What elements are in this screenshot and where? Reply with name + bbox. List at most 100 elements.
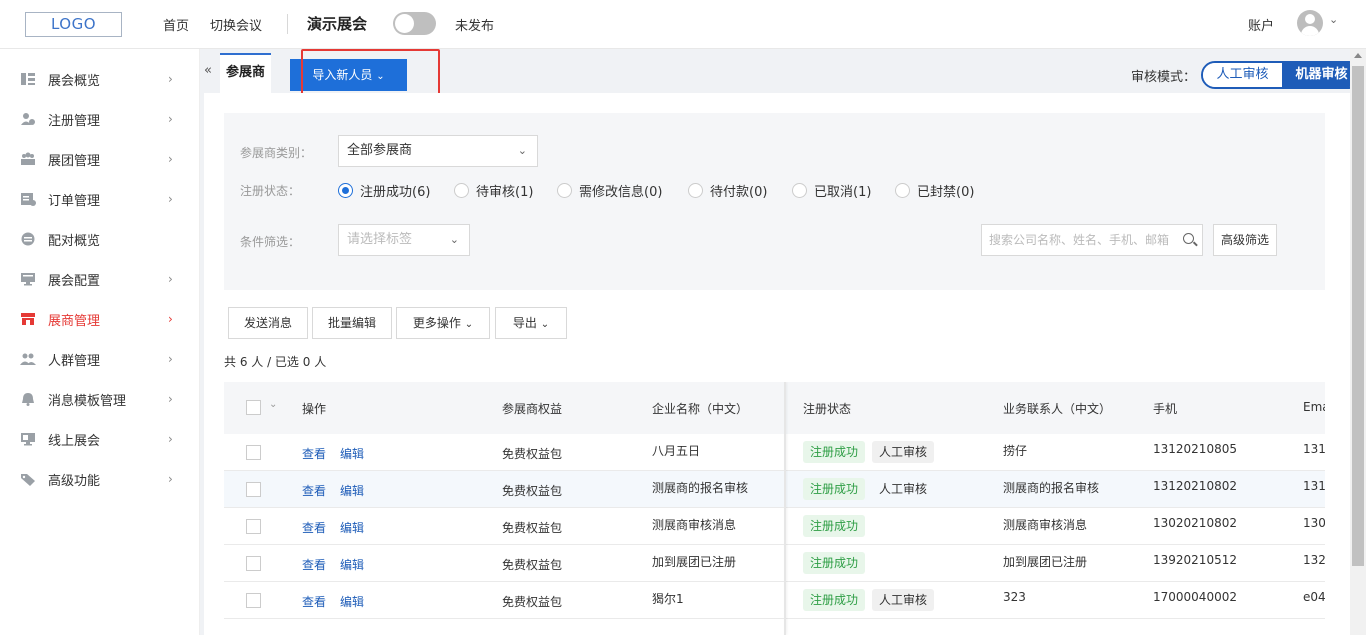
benefit-cell: 免费权益包 — [502, 595, 563, 609]
publish-toggle[interactable] — [393, 12, 436, 35]
vertical-scrollbar[interactable] — [1350, 49, 1366, 635]
bell-icon — [22, 393, 34, 406]
sidebar-item-exhibitors[interactable]: 展商管理 › — [0, 299, 200, 339]
table-row: 查看 编辑 免费权益包 测展商的报名审核 注册成功 人工审核 测展商的报名审核 … — [224, 471, 1325, 508]
status-radio-success[interactable]: 注册成功(6) — [338, 181, 430, 200]
batch-edit-button[interactable]: 批量编辑 — [312, 307, 392, 339]
row-checkbox[interactable] — [246, 445, 261, 460]
edit-link[interactable]: 编辑 — [340, 482, 364, 499]
account-link[interactable]: 账户 — [1248, 15, 1274, 34]
contact-cell: 捞仔 — [1003, 444, 1028, 458]
row-checkbox[interactable] — [246, 482, 261, 497]
top-header: LOGO 首页 切换会议 演示展会 未发布 账户 ⌄ — [0, 0, 1366, 49]
header-actions: 操作 — [302, 402, 327, 416]
more-actions-button[interactable]: 更多操作 ⌄ — [396, 307, 490, 339]
sidebar-item-orders[interactable]: 订单管理 › — [0, 179, 200, 219]
view-link[interactable]: 查看 — [302, 519, 326, 536]
config-icon — [21, 273, 35, 286]
tag-select[interactable]: 请选择标签 ⌄ — [338, 224, 470, 256]
search-icon[interactable] — [1183, 233, 1194, 244]
contact-cell: 323 — [1003, 590, 1026, 604]
benefit-cell: 免费权益包 — [502, 484, 563, 498]
chevron-down-icon[interactable]: ⌄ — [1329, 13, 1338, 26]
radio-icon — [688, 183, 703, 198]
sidebar-item-matching[interactable]: 配对概览 — [0, 219, 200, 259]
row-checkbox[interactable] — [246, 593, 261, 608]
edit-link[interactable]: 编辑 — [340, 519, 364, 536]
edit-link[interactable]: 编辑 — [340, 445, 364, 462]
sidebar-item-advanced[interactable]: 高级功能 › — [0, 459, 200, 499]
status-radio-cancelled[interactable]: 已取消(1) — [792, 181, 871, 200]
table-row: 查看 编辑 免费权益包 八月五日 注册成功 人工审核 捞仔 1312021080… — [224, 434, 1325, 471]
phone-cell: 13120210805 — [1153, 442, 1237, 456]
scroll-up-icon[interactable] — [1354, 53, 1362, 58]
table-header: ⌄ 操作 参展商权益 企业名称（中文） 注册状态 业务联系人（中文） 手机 Em… — [224, 382, 1325, 434]
group-icon — [21, 152, 35, 165]
tag-select-placeholder: 请选择标签 — [347, 232, 413, 247]
sidebar-item-delegation[interactable]: 展团管理 › — [0, 139, 200, 179]
view-link[interactable]: 查看 — [302, 482, 326, 499]
sidebar-item-message-templates[interactable]: 消息模板管理 › — [0, 379, 200, 419]
sidebar-item-overview[interactable]: 展会概览 › — [0, 59, 200, 99]
chevron-right-icon: › — [168, 352, 173, 366]
tab-exhibitors[interactable]: 参展商 — [220, 53, 272, 93]
table-row: 查看 编辑 免费权益包 测展商审核消息 注册成功 测展商审核消息 1302021… — [224, 508, 1325, 545]
benefit-cell: 免费权益包 — [502, 558, 563, 572]
radio-icon — [454, 183, 469, 198]
search-placeholder: 搜索公司名称、姓名、手机、邮箱 — [989, 233, 1170, 247]
sidebar-item-label: 人群管理 — [48, 353, 101, 369]
chevron-right-icon: › — [168, 272, 173, 286]
select-all-checkbox[interactable] — [246, 400, 261, 415]
email-cell: e042 — [1303, 590, 1325, 604]
view-link[interactable]: 查看 — [302, 445, 326, 462]
view-link[interactable]: 查看 — [302, 593, 326, 610]
phone-cell: 17000040002 — [1153, 590, 1237, 604]
row-checkbox[interactable] — [246, 556, 261, 571]
radio-label: 需修改信息(0) — [579, 185, 663, 200]
status-radio-needs-edit[interactable]: 需修改信息(0) — [557, 181, 662, 200]
company-cell: 八月五日 — [652, 444, 701, 458]
status-radio-pending[interactable]: 待审核(1) — [454, 181, 533, 200]
row-checkbox[interactable] — [246, 519, 261, 534]
nav-switch-conference-link[interactable]: 切换会议 — [210, 15, 262, 34]
category-select[interactable]: 全部参展商 ⌄ — [338, 135, 538, 167]
contact-cell: 测展商审核消息 — [1003, 518, 1088, 532]
email-cell: 1312 — [1303, 442, 1325, 456]
match-icon — [21, 232, 35, 246]
table-row: 查看 编辑 免费权益包 加到展团已注册 注册成功 加到展团已注册 1392021… — [224, 545, 1325, 582]
overview-icon — [21, 73, 35, 85]
chevron-right-icon: › — [168, 392, 173, 406]
sidebar-item-online-expo[interactable]: 线上展会 › — [0, 419, 200, 459]
contact-cell: 测展商的报名审核 — [1003, 481, 1100, 495]
publish-status: 未发布 — [455, 19, 495, 34]
condition-label: 条件筛选： — [240, 235, 301, 249]
people-icon — [20, 353, 36, 365]
sidebar-item-label: 订单管理 — [48, 193, 101, 209]
radio-icon — [557, 183, 572, 198]
nav-divider — [287, 14, 288, 34]
chevron-right-icon: › — [168, 112, 173, 126]
sidebar-item-label: 消息模板管理 — [48, 393, 127, 409]
export-button[interactable]: 导出 ⌄ — [495, 307, 567, 339]
status-badge: 注册成功 — [803, 552, 866, 574]
sidebar-item-config[interactable]: 展会配置 › — [0, 259, 200, 299]
chevron-down-icon[interactable]: ⌄ — [269, 399, 277, 410]
sidebar-item-audience[interactable]: 人群管理 › — [0, 339, 200, 379]
search-input[interactable]: 搜索公司名称、姓名、手机、邮箱 — [981, 224, 1203, 256]
view-link[interactable]: 查看 — [302, 556, 326, 573]
edit-link[interactable]: 编辑 — [340, 593, 364, 610]
sidebar-item-registration[interactable]: 注册管理 › — [0, 99, 200, 139]
collapse-sidebar-icon[interactable]: « — [204, 63, 212, 78]
order-icon — [21, 193, 36, 206]
advanced-filter-button[interactable]: 高级筛选 — [1213, 224, 1277, 256]
scrollbar-thumb[interactable] — [1352, 66, 1364, 566]
nav-home-link[interactable]: 首页 — [163, 15, 189, 34]
status-badge: 注册成功 — [803, 589, 866, 611]
edit-link[interactable]: 编辑 — [340, 556, 364, 573]
status-radio-banned[interactable]: 已封禁(0) — [895, 181, 974, 200]
manual-review-option[interactable]: 人工审核 — [1203, 63, 1282, 87]
status-radio-unpaid[interactable]: 待付款(0) — [688, 181, 767, 200]
radio-icon — [792, 183, 807, 198]
send-message-button[interactable]: 发送消息 — [228, 307, 308, 339]
avatar[interactable] — [1297, 10, 1323, 36]
